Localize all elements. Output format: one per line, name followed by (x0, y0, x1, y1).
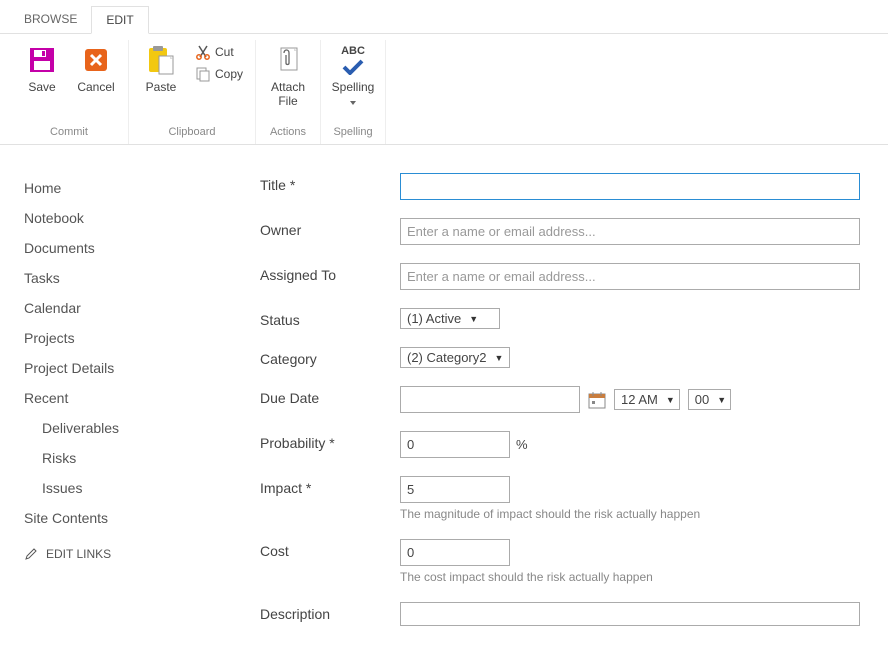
abc-text: ABC (341, 45, 365, 58)
paste-icon (145, 44, 177, 76)
probability-input[interactable] (400, 431, 510, 458)
assigned-to-label: Assigned To (260, 263, 400, 283)
spelling-button[interactable]: ABC Spelling (329, 40, 377, 113)
ribbon-group-clipboard: Paste Cut Copy Clipboard (129, 40, 256, 144)
ribbon-group-actions: Attach File Actions (256, 40, 321, 144)
category-label: Category (260, 347, 400, 367)
sidebar-item-deliverables[interactable]: Deliverables (24, 413, 200, 443)
paste-button[interactable]: Paste (137, 40, 185, 98)
chevron-down-icon: ▼ (717, 395, 726, 405)
sidebar-item-issues[interactable]: Issues (24, 473, 200, 503)
owner-label: Owner (260, 218, 400, 238)
probability-unit: % (516, 437, 528, 452)
sidebar-item-tasks[interactable]: Tasks (24, 263, 200, 293)
sidebar: Home Notebook Documents Tasks Calendar P… (0, 163, 200, 647)
due-date-minute: 00 (695, 392, 709, 407)
sidebar-item-documents[interactable]: Documents (24, 233, 200, 263)
impact-input[interactable] (400, 476, 510, 503)
chevron-down-icon: ▼ (469, 314, 478, 324)
main-area: Home Notebook Documents Tasks Calendar P… (0, 145, 888, 647)
sidebar-item-home[interactable]: Home (24, 173, 200, 203)
description-label: Description (260, 602, 400, 622)
cost-help: The cost impact should the risk actually… (400, 570, 860, 584)
ribbon-group-spelling-label: Spelling (333, 122, 372, 140)
status-label: Status (260, 308, 400, 328)
chevron-down-icon: ▼ (494, 353, 503, 363)
paperclip-icon (272, 44, 304, 76)
due-date-label: Due Date (260, 386, 400, 406)
due-date-hour: 12 AM (621, 392, 658, 407)
edit-links-label: EDIT LINKS (46, 547, 111, 561)
save-label: Save (28, 80, 55, 94)
cancel-button[interactable]: Cancel (72, 40, 120, 98)
category-value: (2) Category2 (407, 350, 486, 365)
title-label: Title * (260, 173, 400, 193)
ribbon: Save Cancel Commit Paste (0, 34, 888, 145)
assigned-to-input[interactable] (400, 263, 860, 290)
ribbon-group-spelling: ABC Spelling Spelling (321, 40, 386, 144)
copy-button[interactable]: Copy (191, 64, 247, 84)
cost-label: Cost (260, 539, 400, 559)
sidebar-item-projects[interactable]: Projects (24, 323, 200, 353)
ribbon-group-actions-label: Actions (270, 122, 306, 140)
status-select[interactable]: (1) Active ▼ (400, 308, 500, 329)
copy-icon (195, 66, 211, 82)
description-input[interactable] (400, 602, 860, 626)
impact-label: Impact * (260, 476, 400, 496)
ribbon-group-commit-label: Commit (50, 122, 88, 140)
pencil-icon (24, 547, 38, 561)
due-date-hour-select[interactable]: 12 AM ▼ (614, 389, 680, 410)
cut-icon (195, 44, 211, 60)
cut-button[interactable]: Cut (191, 42, 247, 62)
chevron-down-icon: ▼ (666, 395, 675, 405)
form-area: Title * Owner Assigned To Status (1) Act… (200, 163, 888, 647)
sidebar-item-project-details[interactable]: Project Details (24, 353, 200, 383)
cut-label: Cut (215, 45, 234, 59)
probability-label: Probability * (260, 431, 400, 451)
sidebar-item-notebook[interactable]: Notebook (24, 203, 200, 233)
attach-file-label: Attach File (266, 80, 310, 109)
tab-browse[interactable]: BROWSE (10, 6, 91, 33)
calendar-icon[interactable] (588, 391, 606, 409)
copy-label: Copy (215, 67, 243, 81)
paste-label: Paste (146, 80, 177, 94)
chevron-down-icon (350, 94, 356, 108)
sidebar-item-calendar[interactable]: Calendar (24, 293, 200, 323)
save-button[interactable]: Save (18, 40, 66, 98)
due-date-minute-select[interactable]: 00 ▼ (688, 389, 731, 410)
spelling-icon: ABC (337, 44, 369, 76)
save-icon (26, 44, 58, 76)
cancel-icon (80, 44, 112, 76)
attach-file-button[interactable]: Attach File (264, 40, 312, 113)
ribbon-group-clipboard-label: Clipboard (168, 122, 215, 140)
spelling-label: Spelling (332, 80, 375, 94)
cancel-label: Cancel (77, 80, 114, 94)
status-value: (1) Active (407, 311, 461, 326)
sidebar-item-site-contents[interactable]: Site Contents (24, 503, 200, 533)
edit-links-button[interactable]: EDIT LINKS (24, 533, 200, 575)
owner-input[interactable] (400, 218, 860, 245)
ribbon-group-commit: Save Cancel Commit (10, 40, 129, 144)
tab-edit[interactable]: EDIT (91, 6, 148, 34)
sidebar-item-recent[interactable]: Recent (24, 383, 200, 413)
cost-input[interactable] (400, 539, 510, 566)
due-date-input[interactable] (400, 386, 580, 413)
tab-strip: BROWSE EDIT (0, 0, 888, 34)
title-input[interactable] (400, 173, 860, 200)
sidebar-item-risks[interactable]: Risks (24, 443, 200, 473)
category-select[interactable]: (2) Category2 ▼ (400, 347, 510, 368)
impact-help: The magnitude of impact should the risk … (400, 507, 860, 521)
